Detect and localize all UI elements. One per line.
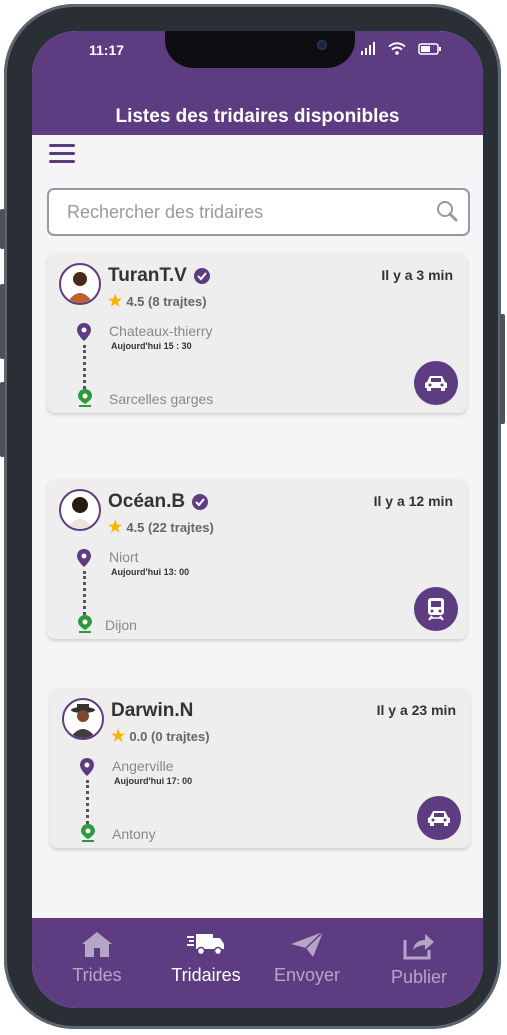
search-placeholder: Rechercher des tridaires [67,202,264,222]
rating: ★ 0.0 (0 trajtes) [111,726,210,746]
share-icon [403,934,434,960]
app-screen: 11:17 Listes des tridaires disponibles R… [32,31,483,1008]
departure-time: Aujourd'hui 15 : 30 [111,341,192,351]
nav-item-trides[interactable]: Trides [42,930,152,986]
nav-label: Trides [72,965,122,985]
search-input[interactable]: Rechercher des tridaires [47,188,470,236]
rating-text: 4.5 (22 trajtes) [126,519,214,535]
nav-item-envoyer[interactable]: Envoyer [252,930,362,986]
origin-pin-icon [77,549,91,567]
signal-icon [361,42,375,55]
route-line [86,780,91,824]
search-icon[interactable] [436,200,458,222]
page-title: Listes des tridaires disponibles [115,106,400,127]
car-mode-button[interactable] [414,361,458,405]
origin-city: Angerville [112,758,174,774]
rating-text: 0.0 (0 trajtes) [129,728,210,744]
verified-badge-icon [192,494,208,510]
power-button [500,314,505,424]
app-header: 11:17 Listes des tridaires disponibles [32,31,483,135]
star-icon: ★ [108,293,123,310]
posted-time: Il y a 12 min [373,493,453,509]
departure-time: Aujourd'hui 13: 00 [111,567,190,577]
train-icon [428,598,444,621]
tridaire-card[interactable]: TuranT.V Il y a 3 min ★ 4.5 (8 trajtes) C… [47,253,467,413]
star-icon: ★ [111,728,126,745]
origin-pin-icon [77,323,91,341]
volume-up-button [0,284,5,359]
wifi-icon [388,42,406,55]
silent-switch [0,209,5,249]
battery-icon [418,42,441,55]
car-mode-button[interactable] [417,796,461,840]
bottom-nav: Trides Tridaires Envoyer Publier [32,918,483,1008]
destination-city: Sarcelles garges [109,391,214,407]
star-icon: ★ [108,519,123,536]
departure-time: Aujourd'hui 17: 00 [114,776,193,786]
rating-text: 4.5 (8 trajtes) [126,293,207,309]
car-icon [428,811,450,826]
camera-notch [165,31,355,68]
tridaire-card[interactable]: Darwin.N Il y a 23 min ★ 0.0 (0 trajtes) … [50,688,470,848]
tridaire-name: Darwin.N [111,700,194,721]
home-icon [82,932,112,957]
route-line [83,345,88,389]
nav-label: Publier [390,967,448,987]
car-icon [425,376,447,391]
rating: ★ 4.5 (22 trajtes) [108,517,214,537]
status-time: 11:17 [89,42,125,58]
train-mode-button[interactable] [414,587,458,631]
verified-badge-icon [194,268,210,284]
origin-city: Chateaux-thierry [109,323,213,339]
nav-item-publier[interactable]: Publier [364,930,474,988]
nav-item-tridaires[interactable]: Tridaires [151,930,261,986]
route-line [83,571,88,615]
tridaire-card[interactable]: Océan.B Il y a 12 min ★ 4.5 (22 trajtes) … [47,479,467,639]
origin-city: Niort [109,549,139,565]
destination-pin-icon [78,389,92,407]
truck-icon [187,934,224,956]
menu-icon[interactable] [49,144,75,166]
destination-pin-icon [78,615,92,633]
posted-time: Il y a 23 min [376,702,456,718]
tridaire-name: Océan.B [108,491,186,512]
avatar [59,489,101,531]
phone-frame: 11:17 Listes des tridaires disponibles R… [0,4,505,1029]
status-icons [360,42,442,55]
avatar [62,698,104,740]
destination-city: Antony [112,826,156,842]
posted-time: Il y a 3 min [381,267,453,283]
tridaire-name: TuranT.V [108,265,187,286]
destination-pin-icon [81,824,95,842]
volume-down-button [0,382,5,457]
camera-icon [317,40,327,50]
nav-label: Tridaires [171,965,241,985]
rating: ★ 4.5 (8 trajtes) [108,291,207,311]
destination-city: Dijon [105,617,137,633]
origin-pin-icon [80,758,94,776]
avatar [59,263,101,305]
nav-label: Envoyer [273,965,341,985]
send-icon [291,931,324,957]
